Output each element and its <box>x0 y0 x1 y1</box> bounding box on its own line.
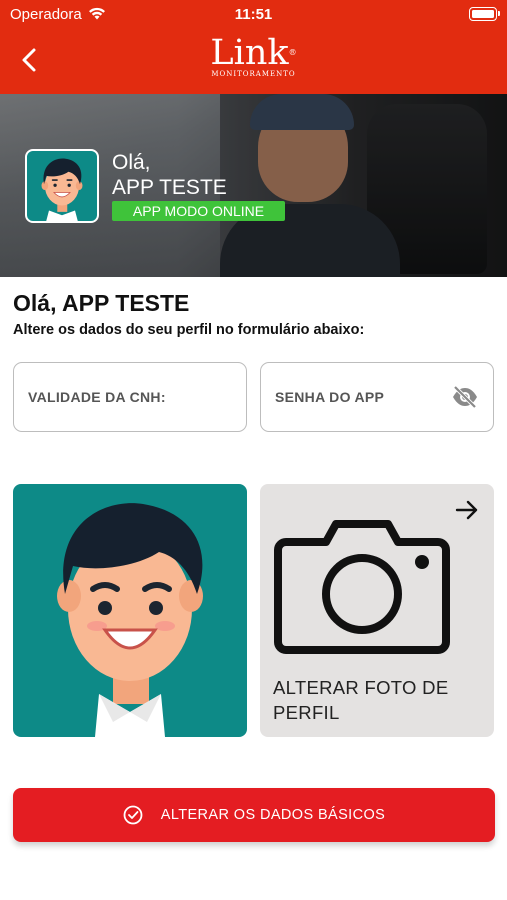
profile-banner: Olá, APP TESTE APP MODO ONLINE <box>0 94 507 277</box>
save-basic-data-label: ALTERAR OS DADOS BÁSICOS <box>160 807 386 823</box>
app-password-input[interactable] <box>275 363 435 430</box>
save-basic-data-button[interactable]: ALTERAR OS DADOS BÁSICOS <box>13 788 495 842</box>
check-circle-icon <box>123 805 143 825</box>
brand-logo: Link MONITORAMENTO <box>0 34 507 78</box>
arrow-right-icon <box>455 500 478 520</box>
page-title: Olá, APP TESTE <box>13 290 190 316</box>
clock-time: 11:51 <box>234 6 273 23</box>
banner-greeting: Olá, APP TESTE <box>112 150 227 200</box>
avatar <box>25 149 99 223</box>
change-photo-button[interactable]: ALTERAR FOTO DE PERFIL <box>260 484 494 737</box>
user-avatar-icon <box>41 158 83 221</box>
eye-off-icon <box>453 385 477 409</box>
battery-icon <box>469 7 500 21</box>
banner-user-name: APP TESTE <box>112 176 227 199</box>
cnh-validity-input[interactable] <box>28 363 188 430</box>
user-avatar-icon <box>57 503 203 737</box>
logo-subtitle: MONITORAMENTO <box>211 70 296 78</box>
page-subtitle: Altere os dados do seu perfil no formulá… <box>13 322 365 338</box>
nav-bar: Link MONITORAMENTO <box>0 28 507 94</box>
status-bar: Operadora 11:51 <box>0 0 507 28</box>
cnh-field <box>13 362 247 432</box>
profile-photo <box>13 484 247 737</box>
password-visibility-toggle[interactable] <box>451 385 479 409</box>
camera-icon <box>274 520 450 654</box>
logo-word: Link <box>0 34 507 72</box>
password-field <box>260 362 494 432</box>
change-photo-label: ALTERAR FOTO DE PERFIL <box>273 677 449 723</box>
banner-greeting-line1: Olá, <box>112 151 151 174</box>
status-badge: APP MODO ONLINE <box>112 201 285 221</box>
